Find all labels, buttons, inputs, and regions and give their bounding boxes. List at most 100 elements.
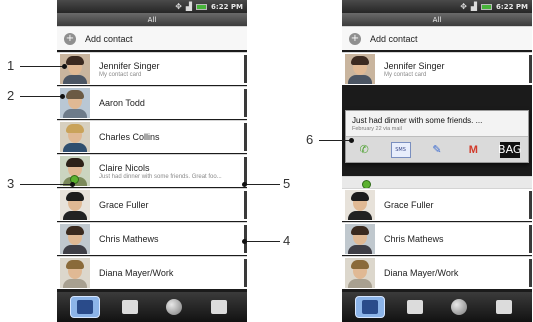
globe-icon bbox=[451, 299, 468, 315]
tab-online-directories[interactable] bbox=[444, 296, 474, 318]
add-icon: + bbox=[349, 32, 361, 45]
call-icon[interactable]: ✆ bbox=[354, 142, 374, 158]
callout-line-3 bbox=[20, 184, 72, 185]
list-title: All bbox=[342, 13, 532, 26]
globe-icon bbox=[166, 299, 183, 315]
avatar[interactable] bbox=[345, 54, 375, 84]
callout-line-4 bbox=[244, 241, 280, 242]
gmail-icon[interactable]: M bbox=[463, 142, 483, 158]
tab-people[interactable] bbox=[70, 296, 101, 318]
avatar[interactable] bbox=[60, 190, 90, 220]
contact-name: Charles Collins bbox=[99, 132, 160, 142]
im-icon[interactable]: ✎ bbox=[427, 142, 447, 158]
contact-row-jennifer[interactable]: Jennifer Singer My contact card bbox=[342, 52, 532, 85]
contact-name: Diana Mayer/Work bbox=[384, 268, 459, 278]
scroll-grip bbox=[529, 225, 532, 253]
contact-list: + Add contact Jennifer Singer My contact… bbox=[57, 26, 247, 292]
people-icon bbox=[362, 300, 379, 314]
battery-icon bbox=[196, 3, 208, 10]
quick-actions-bar: ✆ SMS ✎ M BAG bbox=[346, 136, 528, 162]
add-contact-row[interactable]: + Add contact bbox=[342, 26, 532, 50]
contact-row-diana[interactable]: Diana Mayer/Work bbox=[342, 256, 532, 289]
avatar[interactable] bbox=[60, 258, 90, 288]
status-message: Just had dinner with some friends. ... bbox=[352, 116, 483, 125]
scroll-grip bbox=[529, 191, 532, 219]
contact-row-claire[interactable]: Claire Nicols Just had dinner with some … bbox=[57, 154, 247, 187]
tab-people[interactable] bbox=[355, 296, 386, 318]
scroll-grip bbox=[529, 259, 532, 287]
avatar[interactable] bbox=[60, 88, 90, 118]
avatar[interactable] bbox=[345, 224, 375, 254]
add-contact-label: Add contact bbox=[85, 33, 133, 44]
callout-line-1 bbox=[20, 66, 64, 67]
call-history-icon bbox=[210, 300, 227, 314]
scroll-grip bbox=[244, 259, 247, 287]
callout-3: 3 bbox=[7, 176, 15, 191]
signal-icon: ▟ bbox=[470, 2, 478, 11]
callout-5: 5 bbox=[283, 176, 291, 191]
callout-2: 2 bbox=[7, 88, 15, 103]
avatar[interactable] bbox=[345, 190, 375, 220]
app-label: BAG bbox=[498, 143, 522, 156]
contact-subtitle: My contact card bbox=[384, 71, 427, 78]
contact-name: Diana Mayer/Work bbox=[99, 268, 174, 278]
avatar[interactable] bbox=[60, 54, 90, 84]
add-icon: + bbox=[64, 32, 76, 45]
scroll-grip bbox=[529, 55, 532, 83]
tab-call-history[interactable] bbox=[489, 296, 519, 318]
groups-icon bbox=[121, 300, 138, 314]
contact-name: Jennifer Singer bbox=[99, 60, 160, 71]
sms-label: SMS bbox=[395, 146, 406, 153]
callout-4: 4 bbox=[283, 233, 291, 248]
scroll-grip bbox=[244, 123, 247, 151]
status-update-text: Just had dinner with some friends. Great… bbox=[99, 173, 222, 180]
list-title: All bbox=[57, 13, 247, 26]
contact-name: Grace Fuller bbox=[384, 200, 434, 210]
tab-bar bbox=[57, 292, 247, 322]
tab-bar bbox=[342, 292, 532, 322]
callout-dot-3 bbox=[70, 182, 75, 187]
tab-groups[interactable] bbox=[400, 296, 430, 318]
tab-call-history[interactable] bbox=[204, 296, 234, 318]
add-contact-row[interactable]: + Add contact bbox=[57, 26, 247, 50]
avatar[interactable] bbox=[60, 224, 90, 254]
tab-online-directories[interactable] bbox=[159, 296, 189, 318]
callout-6: 6 bbox=[306, 132, 314, 147]
status-time: 6:22 PM bbox=[496, 2, 528, 11]
app-icon[interactable]: BAG bbox=[498, 141, 522, 158]
scroll-grip bbox=[244, 157, 247, 185]
contact-row-jennifer[interactable]: Jennifer Singer My contact card bbox=[57, 52, 247, 85]
contact-subtitle: My contact card bbox=[99, 71, 142, 78]
contact-name: Chris Mathews bbox=[99, 234, 159, 244]
tab-groups[interactable] bbox=[115, 296, 145, 318]
contact-row-grace[interactable]: Grace Fuller bbox=[57, 188, 247, 221]
gps-icon: ✥ bbox=[460, 2, 467, 11]
contact-name: Aaron Todd bbox=[99, 98, 145, 108]
scroll-grip bbox=[244, 191, 247, 219]
contact-name: Jennifer Singer bbox=[384, 60, 445, 71]
people-icon bbox=[77, 300, 94, 314]
callout-1: 1 bbox=[7, 58, 15, 73]
gps-icon: ✥ bbox=[175, 2, 182, 11]
contact-row-chris[interactable]: Chris Mathews bbox=[57, 222, 247, 255]
scroll-grip bbox=[244, 89, 247, 117]
contact-row-grace[interactable]: Grace Fuller bbox=[342, 188, 532, 221]
status-bar: ✥ ▟ 6:22 PM bbox=[342, 0, 532, 13]
avatar[interactable] bbox=[345, 258, 375, 288]
contact-row-chris[interactable]: Chris Mathews bbox=[342, 222, 532, 255]
contact-row-aaron[interactable]: Aaron Todd bbox=[57, 86, 247, 119]
sms-icon[interactable]: SMS bbox=[390, 141, 411, 158]
add-contact-label: Add contact bbox=[370, 33, 418, 44]
scroll-grip bbox=[244, 55, 247, 83]
callout-line-2 bbox=[20, 96, 62, 97]
callout-dot-6 bbox=[349, 138, 354, 143]
contact-list: + Add contact Jennifer Singer My contact… bbox=[342, 26, 532, 292]
contact-name: Chris Mathews bbox=[384, 234, 444, 244]
contact-row-charles[interactable]: Charles Collins bbox=[57, 120, 247, 153]
contact-name: Claire Nicols bbox=[99, 162, 150, 173]
contact-row-diana[interactable]: Diana Mayer/Work bbox=[57, 256, 247, 289]
quick-contact-popup[interactable]: Just had dinner with some friends. ... F… bbox=[345, 110, 529, 163]
avatar[interactable] bbox=[60, 122, 90, 152]
callout-dot-4 bbox=[242, 239, 247, 244]
left-phone-screen: ✥ ▟ 6:22 PM All + Add contact Jennifer S… bbox=[57, 0, 247, 322]
